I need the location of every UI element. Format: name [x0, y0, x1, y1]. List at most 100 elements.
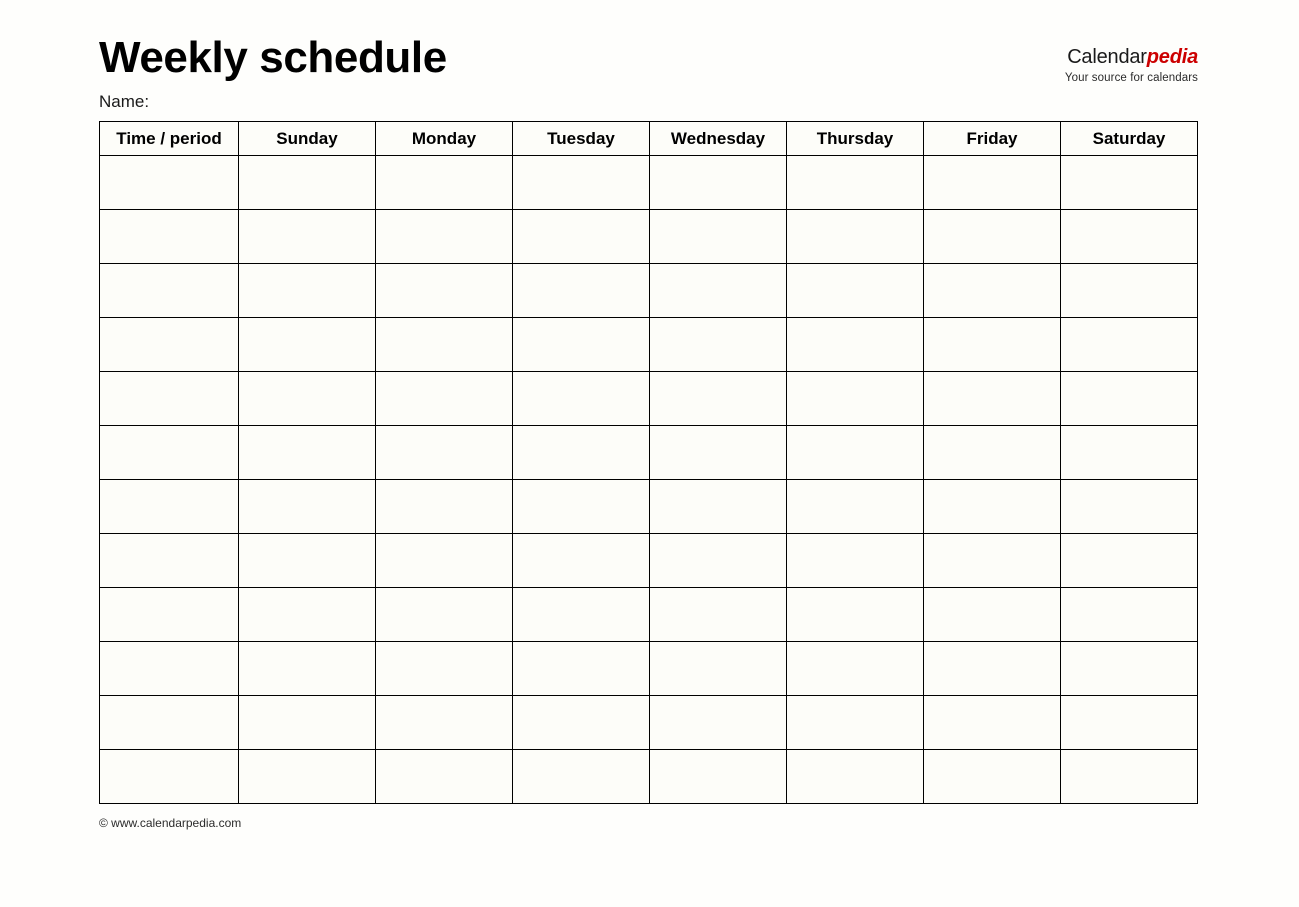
cell-day-entry[interactable] — [1060, 479, 1198, 534]
cell-day-entry[interactable] — [923, 263, 1061, 318]
cell-day-entry[interactable] — [1060, 641, 1198, 696]
cell-time-period[interactable] — [99, 641, 239, 696]
cell-day-entry[interactable] — [238, 479, 376, 534]
cell-day-entry[interactable] — [512, 533, 650, 588]
cell-day-entry[interactable] — [375, 587, 513, 642]
cell-time-period[interactable] — [99, 695, 239, 750]
cell-time-period[interactable] — [99, 209, 239, 264]
cell-day-entry[interactable] — [375, 695, 513, 750]
cell-day-entry[interactable] — [786, 587, 924, 642]
cell-day-entry[interactable] — [512, 749, 650, 804]
cell-day-entry[interactable] — [238, 533, 376, 588]
cell-day-entry[interactable] — [1060, 263, 1198, 318]
cell-day-entry[interactable] — [238, 371, 376, 426]
table-row — [99, 695, 1198, 750]
cell-day-entry[interactable] — [786, 479, 924, 534]
cell-day-entry[interactable] — [375, 263, 513, 318]
cell-day-entry[interactable] — [375, 155, 513, 210]
cell-day-entry[interactable] — [238, 749, 376, 804]
cell-day-entry[interactable] — [786, 425, 924, 480]
cell-time-period[interactable] — [99, 749, 239, 804]
cell-day-entry[interactable] — [1060, 533, 1198, 588]
cell-day-entry[interactable] — [649, 749, 787, 804]
cell-day-entry[interactable] — [923, 371, 1061, 426]
cell-time-period[interactable] — [99, 479, 239, 534]
cell-day-entry[interactable] — [923, 209, 1061, 264]
cell-day-entry[interactable] — [512, 425, 650, 480]
cell-day-entry[interactable] — [375, 479, 513, 534]
cell-day-entry[interactable] — [649, 209, 787, 264]
cell-time-period[interactable] — [99, 587, 239, 642]
cell-day-entry[interactable] — [238, 641, 376, 696]
cell-day-entry[interactable] — [375, 209, 513, 264]
cell-day-entry[interactable] — [923, 425, 1061, 480]
cell-day-entry[interactable] — [923, 749, 1061, 804]
cell-day-entry[interactable] — [786, 263, 924, 318]
table-row — [99, 425, 1198, 480]
cell-day-entry[interactable] — [238, 263, 376, 318]
table-row — [99, 263, 1198, 318]
cell-day-entry[interactable] — [923, 695, 1061, 750]
calendarpedia-logo[interactable]: Calendarpedia Your source for calendars — [1065, 46, 1198, 85]
cell-day-entry[interactable] — [923, 587, 1061, 642]
cell-day-entry[interactable] — [649, 479, 787, 534]
cell-day-entry[interactable] — [786, 371, 924, 426]
cell-day-entry[interactable] — [649, 317, 787, 372]
cell-day-entry[interactable] — [786, 209, 924, 264]
cell-day-entry[interactable] — [375, 533, 513, 588]
cell-day-entry[interactable] — [1060, 155, 1198, 210]
cell-day-entry[interactable] — [649, 425, 787, 480]
cell-day-entry[interactable] — [375, 749, 513, 804]
cell-day-entry[interactable] — [512, 209, 650, 264]
cell-day-entry[interactable] — [238, 695, 376, 750]
cell-day-entry[interactable] — [923, 533, 1061, 588]
cell-day-entry[interactable] — [512, 695, 650, 750]
cell-day-entry[interactable] — [923, 155, 1061, 210]
cell-day-entry[interactable] — [786, 749, 924, 804]
cell-day-entry[interactable] — [512, 587, 650, 642]
cell-day-entry[interactable] — [649, 695, 787, 750]
cell-day-entry[interactable] — [512, 317, 650, 372]
cell-day-entry[interactable] — [649, 587, 787, 642]
cell-time-period[interactable] — [99, 371, 239, 426]
cell-day-entry[interactable] — [649, 155, 787, 210]
cell-day-entry[interactable] — [649, 371, 787, 426]
cell-time-period[interactable] — [99, 533, 239, 588]
cell-day-entry[interactable] — [375, 425, 513, 480]
cell-time-period[interactable] — [99, 263, 239, 318]
cell-day-entry[interactable] — [375, 317, 513, 372]
cell-day-entry[interactable] — [1060, 695, 1198, 750]
cell-day-entry[interactable] — [923, 479, 1061, 534]
cell-day-entry[interactable] — [786, 695, 924, 750]
cell-day-entry[interactable] — [238, 317, 376, 372]
cell-day-entry[interactable] — [1060, 209, 1198, 264]
cell-day-entry[interactable] — [512, 479, 650, 534]
cell-time-period[interactable] — [99, 317, 239, 372]
cell-day-entry[interactable] — [649, 263, 787, 318]
cell-day-entry[interactable] — [238, 209, 376, 264]
cell-day-entry[interactable] — [649, 641, 787, 696]
cell-day-entry[interactable] — [786, 317, 924, 372]
cell-day-entry[interactable] — [1060, 749, 1198, 804]
cell-day-entry[interactable] — [375, 371, 513, 426]
cell-day-entry[interactable] — [786, 641, 924, 696]
cell-time-period[interactable] — [99, 425, 239, 480]
cell-day-entry[interactable] — [512, 155, 650, 210]
cell-day-entry[interactable] — [238, 155, 376, 210]
cell-day-entry[interactable] — [1060, 425, 1198, 480]
cell-day-entry[interactable] — [923, 317, 1061, 372]
cell-day-entry[interactable] — [786, 155, 924, 210]
cell-day-entry[interactable] — [649, 533, 787, 588]
cell-day-entry[interactable] — [512, 263, 650, 318]
cell-time-period[interactable] — [99, 155, 239, 210]
cell-day-entry[interactable] — [238, 587, 376, 642]
cell-day-entry[interactable] — [375, 641, 513, 696]
cell-day-entry[interactable] — [238, 425, 376, 480]
cell-day-entry[interactable] — [1060, 371, 1198, 426]
cell-day-entry[interactable] — [1060, 587, 1198, 642]
cell-day-entry[interactable] — [1060, 317, 1198, 372]
cell-day-entry[interactable] — [512, 371, 650, 426]
cell-day-entry[interactable] — [923, 641, 1061, 696]
cell-day-entry[interactable] — [512, 641, 650, 696]
cell-day-entry[interactable] — [786, 533, 924, 588]
